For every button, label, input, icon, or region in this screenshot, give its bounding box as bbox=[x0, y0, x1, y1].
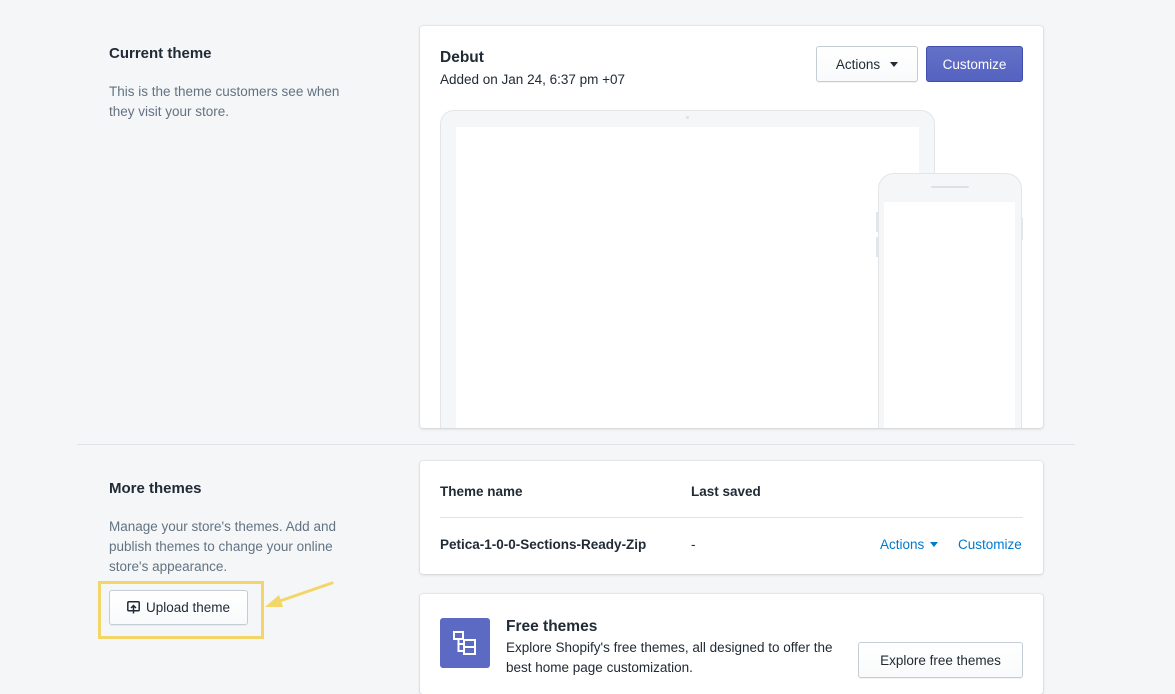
pointer-arrow-icon bbox=[265, 581, 334, 607]
explore-free-themes-label: Explore free themes bbox=[880, 652, 1001, 668]
current-theme-customize-button[interactable]: Customize bbox=[926, 46, 1023, 82]
caret-down-icon bbox=[930, 542, 939, 547]
phone-preview bbox=[878, 173, 1022, 428]
current-theme-actions-button[interactable]: Actions bbox=[816, 46, 918, 82]
column-header-last-saved: Last saved bbox=[691, 484, 761, 499]
free-themes-title: Free themes bbox=[506, 618, 598, 635]
current-theme-card: Debut Added on Jan 24, 6:37 pm +07 Actio… bbox=[420, 26, 1043, 428]
more-themes-description: Manage your store's themes. Add and publ… bbox=[109, 519, 336, 574]
free-themes-description: Explore Shopify's free themes, all desig… bbox=[506, 640, 833, 675]
current-theme-description: This is the theme customers see when the… bbox=[109, 84, 340, 119]
phone-button-icon bbox=[876, 237, 878, 257]
free-themes-card: Free themes Explore Shopify's free theme… bbox=[420, 594, 1043, 694]
actions-button-label: Actions bbox=[835, 56, 881, 72]
row-actions-label: Actions bbox=[880, 537, 925, 552]
phone-preview-screen bbox=[884, 202, 1015, 428]
table-row: Petica-1-0-0-Sections-Ready-Zip - Action… bbox=[420, 518, 1043, 574]
caret-down-icon bbox=[890, 61, 899, 67]
current-theme-added-date: Added on Jan 24, 6:37 pm +07 bbox=[440, 72, 626, 87]
laptop-camera-icon bbox=[686, 116, 689, 119]
theme-name-cell: Petica-1-0-0-Sections-Ready-Zip bbox=[440, 537, 647, 552]
upload-theme-label: Upload theme bbox=[145, 600, 231, 615]
row-customize-link[interactable]: Customize bbox=[958, 537, 1022, 552]
upload-theme-button[interactable]: Upload theme bbox=[109, 590, 248, 625]
more-themes-table: Theme name Last saved Petica-1-0-0-Secti… bbox=[420, 461, 1043, 574]
theme-structure-icon bbox=[440, 618, 490, 668]
upload-icon bbox=[127, 601, 140, 614]
current-theme-heading: Current theme bbox=[109, 45, 212, 62]
phone-button-icon bbox=[876, 212, 878, 232]
last-saved-cell: - bbox=[691, 537, 696, 552]
more-themes-heading: More themes bbox=[109, 480, 202, 497]
laptop-preview-screen bbox=[456, 127, 919, 428]
current-theme-name: Debut bbox=[440, 49, 484, 66]
explore-free-themes-button[interactable]: Explore free themes bbox=[858, 642, 1023, 678]
row-actions-link[interactable]: Actions bbox=[880, 537, 939, 552]
phone-speaker-icon bbox=[931, 186, 969, 188]
phone-button-icon bbox=[1021, 218, 1023, 240]
section-divider bbox=[77, 444, 1075, 445]
laptop-preview bbox=[440, 110, 935, 428]
column-header-theme-name: Theme name bbox=[440, 484, 523, 499]
customize-button-label: Customize bbox=[942, 56, 1007, 72]
